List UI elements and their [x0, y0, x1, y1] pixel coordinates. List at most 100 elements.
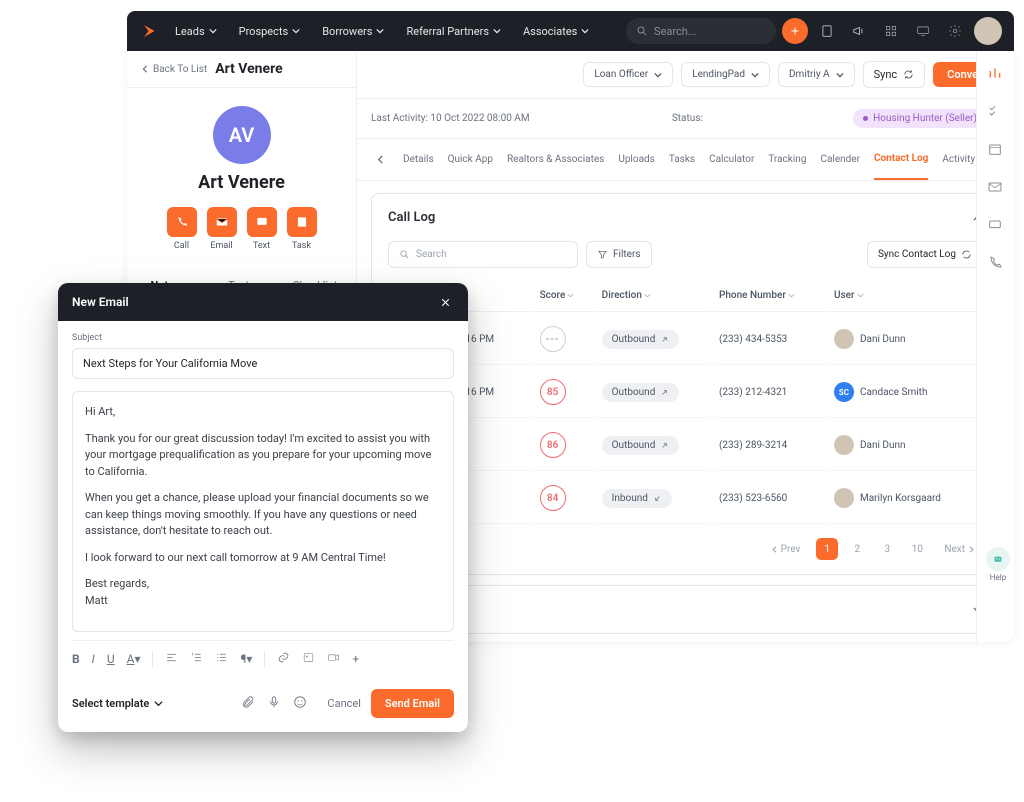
italic-button[interactable]: I	[92, 652, 95, 666]
attach-button[interactable]	[241, 694, 255, 713]
quick-text[interactable]: Text	[247, 207, 277, 251]
page-1[interactable]: 1	[816, 538, 838, 560]
global-search[interactable]: Search...	[626, 18, 776, 44]
tab-calendar[interactable]: Calender	[820, 140, 860, 179]
prev-page[interactable]: Prev	[763, 539, 809, 560]
nav-referral[interactable]: Referral Partners	[398, 19, 509, 44]
topbar: Leads Prospects Borrowers Referral Partn…	[127, 11, 1014, 51]
plus-icon	[789, 25, 801, 37]
link-button[interactable]	[277, 651, 290, 667]
rail-calendar-icon[interactable]	[987, 141, 1005, 159]
emoji-button[interactable]	[293, 694, 307, 713]
rail-chart-icon[interactable]	[987, 65, 1005, 83]
direction-pill: Inbound	[602, 489, 672, 508]
table-row[interactable]: 08/12/2024 02:16 PM---Outbound (233) 434…	[390, 314, 981, 365]
tab-uploads[interactable]: Uploads	[618, 140, 654, 179]
chevron-down-icon	[836, 71, 844, 79]
user-avatar	[834, 435, 854, 455]
svg-text:1: 1	[192, 652, 194, 656]
search-icon	[636, 25, 648, 37]
score-badge: 84	[540, 485, 566, 511]
lending-dropdown[interactable]: LendingPad	[681, 62, 770, 87]
underline-button[interactable]: U	[107, 652, 115, 666]
email-body[interactable]: Hi Art, Thank you for our great discussi…	[72, 391, 454, 632]
color-button[interactable]: A▾	[127, 652, 141, 666]
sort-icon	[857, 292, 864, 299]
filters-button[interactable]: Filters	[586, 241, 652, 268]
direction-pill: Outbound	[602, 383, 680, 402]
ul-button[interactable]	[215, 651, 228, 667]
sync-log-button[interactable]: Sync Contact Log	[867, 241, 983, 268]
smile-icon	[293, 695, 307, 709]
paperclip-icon	[241, 695, 255, 709]
call-log-table: Date & Time Score Direction Phone Number…	[388, 278, 983, 526]
doc-icon[interactable]	[814, 18, 840, 44]
col-user[interactable]: User	[828, 280, 981, 312]
ol-button[interactable]: 1	[190, 651, 203, 667]
help-bubble[interactable]: Help	[986, 547, 1010, 582]
nav-borrowers[interactable]: Borrowers	[314, 19, 392, 44]
tab-realtors[interactable]: Realtors & Associates	[507, 140, 604, 179]
rail-mail-icon[interactable]	[987, 179, 1005, 197]
close-button[interactable]	[436, 293, 454, 311]
quick-call[interactable]: Call	[167, 207, 197, 251]
col-score[interactable]: Score	[534, 280, 594, 312]
bot-icon	[986, 547, 1010, 571]
tabs-scroll-left[interactable]	[371, 151, 389, 169]
send-button[interactable]: Send Email	[371, 689, 454, 718]
video-button[interactable]	[327, 651, 340, 667]
table-row[interactable]: PM84Inbound (233) 523-6560Marilyn Korsga…	[390, 473, 981, 524]
chevron-down-icon	[654, 71, 662, 79]
paragraph-button[interactable]: ¶▾	[240, 652, 252, 666]
tab-details[interactable]: Details	[403, 140, 434, 179]
subject-input[interactable]	[72, 348, 454, 379]
table-row[interactable]: PM86Outbound (233) 289-3214Dani Dunn	[390, 420, 981, 471]
quick-task[interactable]: Task	[287, 207, 317, 251]
loan-officer-dropdown[interactable]: Loan Officer	[583, 62, 673, 87]
score-badge: 86	[540, 432, 566, 458]
rail-chat-icon[interactable]	[987, 217, 1005, 235]
tab-contact-log[interactable]: Contact Log	[874, 139, 928, 180]
tab-tasks[interactable]: Tasks	[669, 140, 695, 179]
align-button[interactable]	[165, 651, 178, 667]
chevron-down-icon	[154, 699, 163, 708]
user-avatar	[834, 329, 854, 349]
user-dropdown[interactable]: Dmitriy A	[778, 62, 855, 87]
image-button[interactable]	[302, 651, 315, 667]
grid-icon[interactable]	[878, 18, 904, 44]
gear-icon[interactable]	[942, 18, 968, 44]
rail-check-icon[interactable]	[987, 103, 1005, 121]
page-3[interactable]: 3	[876, 538, 898, 560]
page-2[interactable]: 2	[846, 538, 868, 560]
nav-leads[interactable]: Leads	[167, 19, 225, 44]
user-avatar[interactable]	[974, 17, 1002, 45]
rail-phone-icon[interactable]	[987, 255, 1005, 273]
template-dropdown[interactable]: Select template	[72, 697, 163, 710]
chat-icon	[255, 215, 269, 229]
mic-button[interactable]	[267, 694, 281, 713]
tab-tracking[interactable]: Tracking	[768, 140, 806, 179]
bold-button[interactable]: B	[72, 652, 80, 666]
col-direction[interactable]: Direction	[596, 280, 711, 312]
contact-name: Art Venere	[127, 172, 356, 193]
refresh-icon	[903, 69, 914, 80]
table-row[interactable]: 08/12/2024 02:16 PM85Outbound (233) 212-…	[390, 367, 981, 418]
more-format-button[interactable]: +	[352, 652, 359, 666]
page-last[interactable]: 10	[906, 538, 928, 560]
chevron-left-icon	[141, 65, 149, 73]
user-avatar	[834, 488, 854, 508]
tab-quickapp[interactable]: Quick App	[448, 140, 493, 179]
phone-icon	[175, 215, 189, 229]
monitor-icon[interactable]	[910, 18, 936, 44]
tab-calculator[interactable]: Calculator	[709, 140, 754, 179]
quick-email[interactable]: Email	[207, 207, 237, 251]
back-link[interactable]: Back To List	[141, 64, 207, 75]
add-button[interactable]	[782, 18, 808, 44]
megaphone-icon[interactable]	[846, 18, 872, 44]
cancel-button[interactable]: Cancel	[327, 697, 360, 710]
nav-associates[interactable]: Associates	[515, 19, 597, 44]
sync-button[interactable]: Sync	[863, 61, 926, 88]
col-phone[interactable]: Phone Number	[713, 280, 826, 312]
table-search[interactable]: Search	[388, 241, 578, 268]
nav-prospects[interactable]: Prospects	[231, 19, 309, 44]
